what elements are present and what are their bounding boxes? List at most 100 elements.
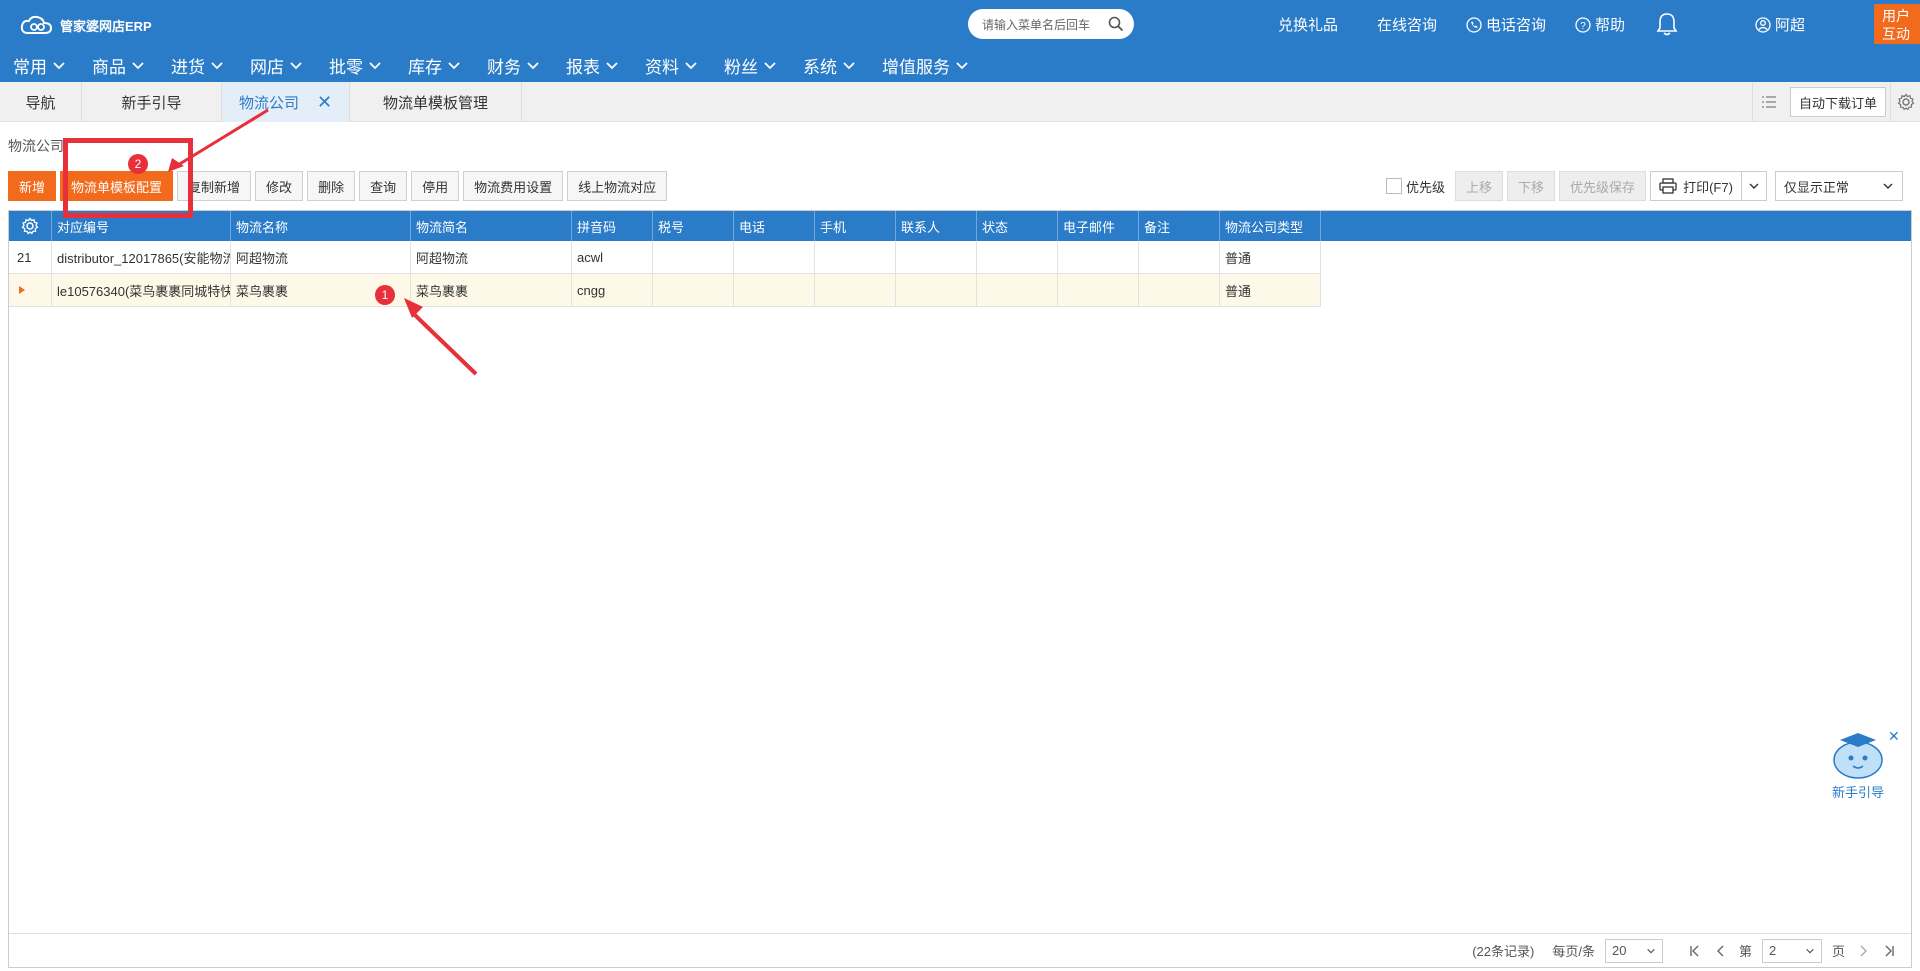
move-up-button[interactable]: 上移 [1455, 171, 1504, 201]
column-header[interactable]: 备注 [1139, 211, 1220, 241]
fee-setting-button[interactable]: 物流费用设置 [463, 171, 564, 201]
nav-item[interactable]: 库存 [395, 48, 474, 82]
nav-item[interactable]: 财务 [474, 48, 553, 82]
status-filter-select[interactable]: 仅显示正常 [1774, 171, 1903, 201]
online-consult-label: 在线咨询 [1377, 17, 1438, 34]
print-dropdown[interactable] [1742, 180, 1766, 192]
phone-consult-link[interactable]: 电话咨询 [1466, 14, 1546, 35]
pagination: (22条记录) 每页/条 20 第 2 页 [9, 933, 1911, 967]
column-header[interactable]: 拼音码 [572, 211, 653, 241]
add-button[interactable]: 新增 [8, 171, 57, 201]
edit-button[interactable]: 修改 [255, 171, 304, 201]
delete-button[interactable]: 删除 [307, 171, 356, 201]
column-header[interactable]: 税号 [653, 211, 734, 241]
column-header[interactable]: 电话 [734, 211, 815, 241]
auto-download-orders-button[interactable]: 自动下载订单 [1789, 87, 1886, 117]
table-row[interactable]: 21 distributor_12017865(安能物流) 阿超物流 阿超物流 acwl… [9, 241, 1321, 274]
search-icon[interactable] [1108, 16, 1124, 32]
chevron-down-icon [1883, 183, 1893, 189]
next-page-button[interactable] [1855, 943, 1871, 959]
first-page-icon [1690, 945, 1699, 956]
user-interaction-button[interactable]: 用户互动 [1874, 4, 1920, 44]
nav-item[interactable]: 粉丝 [711, 48, 790, 82]
nav-item[interactable]: 常用 [0, 48, 79, 82]
online-consult-link[interactable]: 在线咨询 [1377, 14, 1437, 35]
help-icon: ? [1575, 16, 1591, 33]
tab-bar-tools: 自动下载订单 [1751, 82, 1920, 122]
column-header[interactable]: 联系人 [896, 211, 977, 241]
prev-page-button[interactable] [1713, 943, 1729, 959]
tab-guide[interactable]: 新手引导 [82, 82, 222, 122]
nav-item[interactable]: 网店 [237, 48, 316, 82]
close-icon[interactable]: ✕ [1888, 728, 1900, 745]
per-page-select[interactable]: 20 [1604, 938, 1663, 963]
toolbar: 新增 物流单模板配置 复制新增 修改 删除 查询 停用 物流费用设置 线上物流对… [8, 171, 668, 201]
chevron-down-icon [448, 62, 460, 70]
priority-save-button[interactable]: 优先级保存 [1559, 171, 1647, 201]
nav-item-label: 粉丝 [724, 57, 758, 77]
page-number-input[interactable]: 2 [1761, 938, 1822, 963]
tab-logistics[interactable]: 物流公司 ✕ [222, 82, 350, 122]
template-config-button[interactable]: 物流单模板配置 [60, 171, 174, 201]
close-icon[interactable]: ✕ [317, 92, 332, 113]
tab-logistics-label: 物流公司 [238, 94, 299, 112]
column-header[interactable]: 对应编号 [52, 211, 231, 241]
copy-add-button[interactable]: 复制新增 [177, 171, 252, 201]
menu-search-input[interactable]: 请输入菜单名后回车 [968, 9, 1134, 39]
column-header[interactable]: 物流简名 [411, 211, 572, 241]
table-cell-mobile [815, 274, 896, 307]
nav-item[interactable]: 增值服务 [869, 48, 982, 82]
column-header[interactable]: 物流公司类型 [1220, 211, 1321, 241]
tab-list-button[interactable] [1751, 82, 1786, 122]
table-cell-status [977, 241, 1058, 274]
nav-item-label: 批零 [329, 57, 363, 77]
first-page-button[interactable] [1687, 943, 1703, 959]
nav-item[interactable]: 批零 [316, 48, 395, 82]
chevron-down-icon [211, 62, 223, 70]
table-row[interactable]: le10576340(菜鸟裹裹同城特快) 菜鸟裹裹 菜鸟裹裹 cngg 普通 [9, 274, 1321, 307]
user-menu[interactable]: 阿超 [1755, 14, 1805, 35]
nav-item[interactable]: 商品 [79, 48, 158, 82]
print-button[interactable]: 打印(F7) [1650, 171, 1767, 201]
search-placeholder: 请输入菜单名后回车 [982, 17, 1091, 32]
table-cell-tel [734, 241, 815, 274]
notification-bell[interactable] [1655, 11, 1679, 37]
chevron-right-icon [1860, 945, 1867, 956]
column-header[interactable]: 电子邮件 [1058, 211, 1139, 241]
newbie-guide-widget[interactable]: ✕ 新手引导 [1826, 728, 1900, 800]
nav-item[interactable]: 资料 [632, 48, 711, 82]
gift-link[interactable]: 兑换礼品 [1278, 14, 1338, 35]
tab-guide-label: 新手引导 [121, 94, 182, 112]
chevron-down-icon [132, 62, 144, 70]
column-header[interactable]: 物流名称 [231, 211, 411, 241]
tab-template-mgmt[interactable]: 物流单模板管理 [350, 82, 522, 122]
priority-checkbox[interactable] [1386, 178, 1402, 194]
help-link[interactable]: ? 帮助 [1575, 14, 1625, 35]
disable-button[interactable]: 停用 [411, 171, 460, 201]
nav-item[interactable]: 系统 [790, 48, 869, 82]
last-page-button[interactable] [1881, 943, 1897, 959]
chevron-down-icon [843, 62, 855, 70]
table-cell-py: cngg [572, 274, 653, 307]
column-header[interactable]: 手机 [815, 211, 896, 241]
column-header[interactable]: 状态 [977, 211, 1058, 241]
print-main[interactable]: 打印(F7) [1651, 172, 1742, 200]
page-prefix: 第 [1738, 944, 1752, 959]
app-logo[interactable]: 管家婆网店ERP [20, 12, 152, 38]
annotation-badge-2: 2 [128, 154, 148, 174]
last-page-icon [1885, 945, 1894, 956]
tab-nav[interactable]: 导航 [0, 82, 82, 122]
nav-item[interactable]: 进货 [158, 48, 237, 82]
column-settings-button[interactable] [9, 211, 52, 241]
tab-nav-label: 导航 [25, 94, 56, 112]
query-button[interactable]: 查询 [359, 171, 408, 201]
chevron-down-icon [606, 62, 618, 70]
nav-item[interactable]: 报表 [553, 48, 632, 82]
tab-settings-button[interactable] [1890, 82, 1920, 122]
online-logistics-mapping-button[interactable]: 线上物流对应 [567, 171, 668, 201]
help-label: 帮助 [1595, 17, 1626, 34]
print-label: 打印(F7) [1683, 179, 1733, 195]
table-cell-tax [653, 274, 734, 307]
page-number-value: 2 [1768, 943, 1777, 958]
move-down-button[interactable]: 下移 [1507, 171, 1556, 201]
